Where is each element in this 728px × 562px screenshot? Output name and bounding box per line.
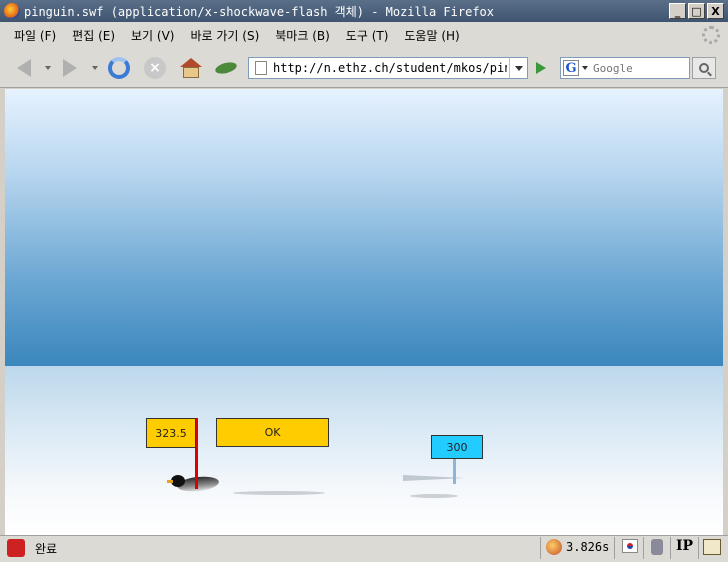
stop-button[interactable]: ×	[143, 57, 167, 79]
status-divider	[643, 537, 644, 559]
status-divider	[540, 537, 541, 559]
page-icon	[255, 61, 267, 75]
home-button[interactable]	[179, 57, 203, 79]
ip-indicator[interactable]: IP	[676, 538, 693, 554]
window-title: pinguin.swf (application/x-shockwave-fla…	[24, 4, 495, 19]
status-text: 완료	[35, 542, 58, 556]
window-title-bar: pinguin.swf (application/x-shockwave-fla…	[0, 0, 728, 22]
timer-icon	[546, 539, 562, 555]
menu-bar: 파일 (F) 편집 (E) 보기 (V) 바로 가기 (S) 북마크 (B) 도…	[0, 22, 728, 48]
load-timer: 3.826s	[566, 540, 610, 554]
country-flag-icon[interactable]	[622, 539, 638, 553]
firefox-logo-icon	[4, 3, 20, 19]
status-divider	[670, 537, 671, 559]
game-snow-ground	[5, 366, 723, 535]
forward-button[interactable]	[58, 57, 82, 79]
menu-view[interactable]: 보기 (V)	[123, 27, 182, 44]
slide-shadow	[233, 491, 325, 495]
stop-icon: ×	[144, 57, 166, 79]
url-text[interactable]: http://n.ethz.ch/student/mkos/pinguin.sw…	[273, 61, 507, 75]
target-pole	[453, 459, 456, 484]
reload-button[interactable]	[107, 57, 131, 79]
menu-tools[interactable]: 도구 (T)	[338, 27, 397, 44]
status-divider	[698, 537, 699, 559]
menu-bookmarks[interactable]: 북마크 (B)	[267, 27, 338, 44]
maximize-button[interactable]: □	[688, 3, 705, 19]
target-distance-sign: 300	[431, 435, 483, 459]
back-history-dropdown[interactable]	[45, 66, 51, 70]
window-controls: _ □ X	[669, 3, 724, 19]
database-icon[interactable]	[651, 539, 663, 555]
menu-edit[interactable]: 편집 (E)	[64, 27, 123, 44]
search-icon	[699, 63, 709, 73]
search-engine-dropdown[interactable]	[582, 66, 588, 70]
google-engine-icon[interactable]: G	[563, 60, 579, 76]
close-button[interactable]: X	[707, 3, 724, 19]
home-icon	[180, 58, 202, 78]
menu-help[interactable]: 도움말 (H)	[396, 27, 467, 44]
flash-game-area[interactable]: 300 323.5 OK	[5, 89, 723, 535]
page-status-icon	[7, 539, 25, 557]
menu-go[interactable]: 바로 가기 (S)	[182, 27, 267, 44]
status-divider	[614, 537, 615, 559]
reload-icon	[108, 57, 130, 79]
forward-history-dropdown[interactable]	[92, 66, 98, 70]
leaf-button[interactable]	[214, 57, 238, 79]
minimize-button[interactable]: _	[669, 3, 686, 19]
search-box[interactable]: G	[560, 57, 690, 79]
forward-arrow-icon	[63, 59, 77, 77]
back-arrow-icon	[17, 59, 31, 77]
ramp-shadow	[410, 494, 458, 498]
url-bar[interactable]: http://n.ethz.ch/student/mkos/pinguin.sw…	[248, 57, 528, 79]
menu-file[interactable]: 파일 (F)	[6, 27, 64, 44]
search-button[interactable]	[692, 57, 716, 79]
status-bar	[0, 535, 728, 562]
status-sign: OK	[216, 418, 329, 447]
mail-icon[interactable]	[703, 539, 721, 555]
url-history-dropdown[interactable]	[509, 58, 527, 78]
search-input[interactable]	[591, 59, 687, 77]
distance-sign: 323.5	[146, 418, 196, 448]
leaf-icon	[214, 60, 238, 76]
go-button[interactable]	[531, 58, 551, 78]
throbber-icon	[702, 26, 720, 44]
game-sky	[5, 89, 723, 366]
back-button[interactable]	[12, 57, 36, 79]
